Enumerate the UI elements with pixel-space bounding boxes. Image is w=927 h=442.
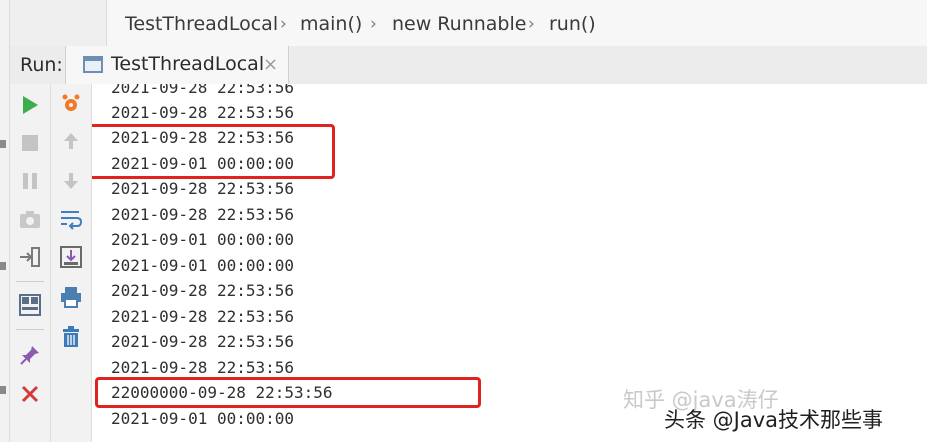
breadcrumb-item-run[interactable]: run() bbox=[549, 13, 596, 35]
run-tool-window-header: Run: TestThreadLocal × bbox=[10, 46, 927, 85]
highlight-box bbox=[92, 124, 335, 179]
run-icon bbox=[23, 96, 38, 114]
pause-icon bbox=[23, 173, 37, 189]
breadcrumb-item-main[interactable]: main() bbox=[300, 13, 362, 35]
breadcrumb-separator: › bbox=[370, 14, 377, 34]
next-occurrence-button[interactable] bbox=[56, 166, 86, 196]
soft-wrap-button[interactable] bbox=[56, 204, 86, 234]
debug-button[interactable] bbox=[56, 88, 86, 118]
console-line: 2021-09-28 22:53:56 bbox=[111, 179, 295, 198]
console-line: 2021-09-28 22:53:56 bbox=[111, 84, 295, 97]
close-tab-icon[interactable]: × bbox=[263, 54, 278, 75]
breadcrumb: TestThreadLocal › main() › new Runnable … bbox=[10, 0, 927, 47]
debug-icon bbox=[62, 94, 80, 111]
login-icon bbox=[20, 247, 40, 267]
print-button[interactable] bbox=[56, 282, 86, 312]
run-tab-testthreadlocal[interactable]: TestThreadLocal × bbox=[65, 46, 289, 84]
run-toolbar-secondary bbox=[51, 84, 92, 442]
pin-tab-button[interactable] bbox=[15, 340, 45, 370]
scroll-to-end-icon bbox=[60, 246, 82, 268]
toolbar-divider bbox=[16, 281, 44, 282]
run-label: Run: bbox=[20, 54, 63, 76]
console-output[interactable]: 2021-09-28 22:53:56 2021-09-28 22:53:56 … bbox=[92, 84, 927, 442]
stop-icon bbox=[22, 135, 38, 151]
toolbar-divider bbox=[16, 329, 44, 330]
console-line: 2021-09-28 22:53:56 bbox=[111, 358, 295, 377]
console-line: 2021-09-28 22:53:56 bbox=[111, 103, 295, 122]
run-tab-title: TestThreadLocal bbox=[111, 53, 265, 75]
scroll-to-end-button[interactable] bbox=[56, 242, 86, 272]
camera-icon bbox=[20, 211, 40, 228]
console-line: 2021-09-28 22:53:56 bbox=[111, 281, 295, 300]
layout-button[interactable] bbox=[15, 290, 45, 320]
layout-icon bbox=[19, 294, 41, 316]
previous-occurrence-button[interactable] bbox=[56, 126, 86, 156]
restore-layout-button[interactable] bbox=[15, 242, 45, 272]
pin-icon bbox=[20, 346, 39, 365]
editor-gutter bbox=[10, 0, 107, 46]
toutiao-watermark: 头条 @Java技术那些事 bbox=[664, 408, 884, 432]
highlight-box bbox=[95, 377, 481, 408]
console-line: 2021-09-28 22:53:56 bbox=[111, 307, 295, 326]
pause-button[interactable] bbox=[15, 166, 45, 196]
edge-marker bbox=[0, 386, 6, 394]
clear-all-button[interactable] bbox=[56, 322, 86, 352]
console-line: 2021-09-28 22:53:56 bbox=[111, 205, 295, 224]
breadcrumb-item-class[interactable]: TestThreadLocal bbox=[125, 13, 278, 35]
close-run-button[interactable] bbox=[15, 379, 45, 409]
breadcrumb-separator: › bbox=[528, 14, 535, 34]
soft-wrap-icon bbox=[61, 211, 83, 230]
breadcrumb-separator: › bbox=[280, 14, 287, 34]
left-edge-strip bbox=[0, 0, 10, 442]
run-toolbar-primary bbox=[10, 84, 51, 442]
stop-button[interactable] bbox=[15, 128, 45, 158]
console-line: 2021-09-28 22:53:56 bbox=[111, 332, 295, 351]
console-line: 2021-09-01 00:00:00 bbox=[111, 409, 295, 428]
trash-icon bbox=[63, 326, 79, 347]
down-arrow-icon bbox=[64, 173, 78, 189]
console-line: 2021-09-01 00:00:00 bbox=[111, 230, 295, 249]
console-line: 2021-09-01 00:00:00 bbox=[111, 256, 295, 275]
print-icon bbox=[61, 287, 81, 308]
breadcrumb-item-runnable[interactable]: new Runnable bbox=[392, 13, 526, 35]
edge-marker bbox=[0, 262, 6, 270]
edge-marker bbox=[0, 140, 6, 148]
up-arrow-icon bbox=[64, 133, 78, 149]
rerun-button[interactable] bbox=[15, 90, 45, 120]
console-window-icon bbox=[83, 56, 103, 73]
dump-threads-button[interactable] bbox=[15, 204, 45, 234]
close-icon bbox=[21, 385, 39, 403]
